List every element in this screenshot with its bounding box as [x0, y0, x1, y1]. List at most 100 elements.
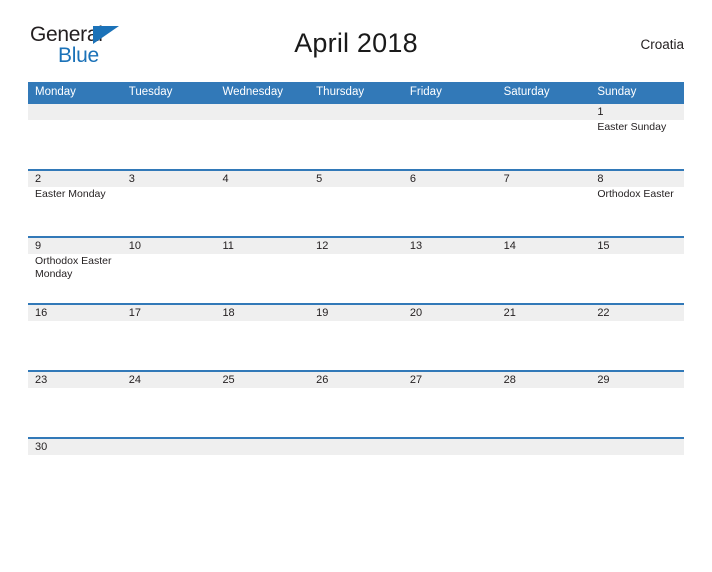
- day-number: [597, 439, 684, 455]
- holiday-label: Easter Monday: [35, 188, 106, 200]
- day-cell-7[interactable]: 7: [497, 171, 591, 225]
- day-cell-27[interactable]: 27: [403, 372, 497, 426]
- day-number: 30: [35, 441, 48, 453]
- day-number: [504, 104, 591, 120]
- day-cell-28[interactable]: 28: [497, 372, 591, 426]
- day-number: 21: [503, 307, 516, 319]
- weekday-header-row: Monday Tuesday Wednesday Thursday Friday…: [28, 82, 684, 102]
- day-cell-8[interactable]: 8 Orthodox Easter: [590, 171, 684, 225]
- day-cell-empty: [403, 104, 497, 158]
- calendar-weeks: 1 Easter Sunday 2 Easter Monday 3 4 5 6 7 8 Orthod…: [28, 102, 684, 455]
- day-number: 23: [35, 374, 48, 386]
- day-cell-13[interactable]: 13: [403, 238, 497, 292]
- day-cell-1[interactable]: 1 Easter Sunday: [590, 104, 684, 158]
- day-cell-9[interactable]: 9 Orthodox Easter Monday: [28, 238, 122, 292]
- day-cell-10[interactable]: 10: [122, 238, 216, 292]
- day-cell-5[interactable]: 5: [309, 171, 403, 225]
- weekday-thursday: Thursday: [316, 86, 365, 98]
- day-number: [35, 104, 122, 120]
- page-title: April 2018: [294, 28, 418, 58]
- weekday-monday: Monday: [35, 86, 76, 98]
- day-events: Orthodox Easter: [597, 188, 684, 201]
- calendar-week-row: 30: [28, 437, 684, 455]
- day-number: 27: [409, 374, 423, 386]
- day-events: Orthodox Easter Monday: [35, 255, 122, 281]
- country-label: Croatia: [640, 37, 684, 52]
- day-number: 28: [503, 374, 516, 386]
- day-number: 22: [597, 307, 610, 319]
- day-cell-18[interactable]: 18: [215, 305, 309, 359]
- day-events: Easter Sunday: [597, 121, 684, 134]
- day-cell-3[interactable]: 3: [122, 171, 216, 225]
- calendar-week-inner: 2 Easter Monday 3 4 5 6 7 8 Orthodox Easter: [28, 171, 684, 225]
- weekday-saturday: Saturday: [503, 86, 550, 98]
- holiday-label: Easter Sunday: [597, 121, 667, 133]
- day-cell-empty: [28, 104, 122, 158]
- day-cell-20[interactable]: 20: [403, 305, 497, 359]
- day-number: 20: [409, 307, 423, 319]
- day-cell-24[interactable]: 24: [122, 372, 216, 426]
- day-number: [129, 439, 216, 455]
- day-number: [222, 104, 309, 120]
- day-cell-25[interactable]: 25: [215, 372, 309, 426]
- day-number: 7: [503, 173, 510, 185]
- day-cell-22[interactable]: 22: [590, 305, 684, 359]
- day-number: 18: [222, 307, 235, 319]
- day-cell-11[interactable]: 11: [215, 238, 309, 292]
- day-number: [316, 104, 403, 120]
- day-number: 6: [409, 173, 416, 185]
- day-cell-29[interactable]: 29: [590, 372, 684, 426]
- day-cell-23[interactable]: 23: [28, 372, 122, 426]
- day-number: 9: [35, 240, 42, 252]
- day-number: 24: [128, 374, 141, 386]
- day-number: [316, 439, 403, 455]
- day-cell-14[interactable]: 14: [497, 238, 591, 292]
- day-number: 16: [35, 307, 48, 319]
- day-number: 26: [316, 374, 329, 386]
- calendar-week-row: 2 Easter Monday 3 4 5 6 7 8 Orthodox Easter: [28, 169, 684, 225]
- calendar-week-row: 23 24 25 26 27 28 29: [28, 370, 684, 426]
- weekday-tuesday: Tuesday: [128, 86, 173, 98]
- day-number: 4: [222, 173, 229, 185]
- day-cell-21[interactable]: 21: [497, 305, 591, 359]
- calendar-week-row: 9 Orthodox Easter Monday 10 11 12 13 14 15: [28, 236, 684, 292]
- calendar-week-inner: 16 17 18 19 20 21 22: [28, 305, 684, 359]
- day-number: 29: [597, 374, 610, 386]
- calendar-grid: Monday Tuesday Wednesday Thursday Friday…: [28, 82, 684, 455]
- calendar-week-inner: 1 Easter Sunday: [28, 104, 684, 158]
- day-cell-2[interactable]: 2 Easter Monday: [28, 171, 122, 225]
- day-cell-19[interactable]: 19: [309, 305, 403, 359]
- day-cell-15[interactable]: 15: [590, 238, 684, 292]
- day-cell-16[interactable]: 16: [28, 305, 122, 359]
- day-cell-17[interactable]: 17: [122, 305, 216, 359]
- weekday-sunday: Sunday: [597, 86, 637, 98]
- day-number: [410, 104, 497, 120]
- day-cell-6[interactable]: 6: [403, 171, 497, 225]
- day-number: 1: [597, 106, 604, 118]
- day-number: 12: [316, 240, 329, 252]
- day-cell-12[interactable]: 12: [309, 238, 403, 292]
- day-number: [410, 439, 497, 455]
- day-cell-4[interactable]: 4: [215, 171, 309, 225]
- calendar-week-inner: 9 Orthodox Easter Monday 10 11 12 13 14 15: [28, 238, 684, 292]
- day-cell-empty: [215, 439, 309, 455]
- page-header: General Blue April 2018 Croatia: [28, 22, 684, 74]
- day-cell-empty: [215, 104, 309, 158]
- day-number: [129, 104, 216, 120]
- day-number: 13: [409, 240, 423, 252]
- day-cell-empty: [309, 439, 403, 455]
- day-number: 5: [316, 173, 323, 185]
- day-number: 11: [222, 240, 234, 252]
- day-number: 17: [128, 307, 141, 319]
- day-number: [504, 439, 591, 455]
- day-cell-empty: [122, 104, 216, 158]
- day-events: Easter Monday: [35, 188, 122, 201]
- day-number: 2: [35, 173, 42, 185]
- day-cell-26[interactable]: 26: [309, 372, 403, 426]
- day-cell-empty: [403, 439, 497, 455]
- day-cell-30[interactable]: 30: [28, 439, 122, 455]
- day-cell-empty: [309, 104, 403, 158]
- weekday-wednesday: Wednesday: [222, 86, 283, 98]
- day-number: 3: [128, 173, 135, 185]
- day-number: 15: [597, 240, 610, 252]
